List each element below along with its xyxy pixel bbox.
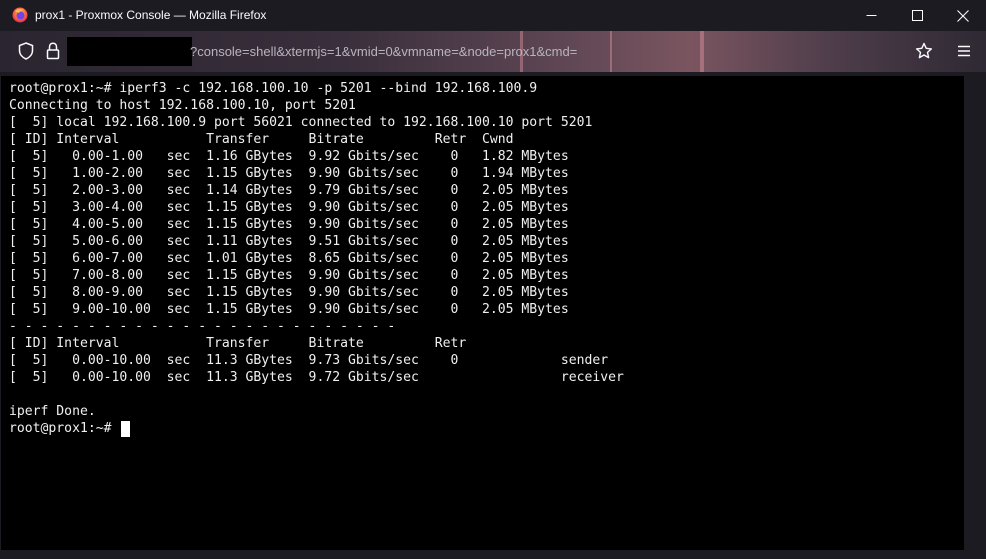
terminal-line: [ 5] local 192.168.100.9 port 56021 conn… — [9, 115, 593, 130]
terminal-separator: - - - - - - - - - - - - - - - - - - - - … — [9, 319, 396, 334]
firefox-logo-icon — [12, 7, 28, 23]
url-toolbar: ?console=shell&xtermjs=1&vmid=0&vmname=&… — [0, 31, 986, 72]
maximize-icon — [911, 10, 923, 21]
terminal-console[interactable]: root@prox1:~# iperf3 -c 192.168.100.10 -… — [1, 76, 964, 550]
minimize-button[interactable] — [848, 0, 894, 31]
terminal-line: [ 5] 7.00-8.00 sec 1.15 GBytes 9.90 Gbit… — [9, 268, 569, 283]
terminal-line: [ ID] Interval Transfer Bitrate Retr Cwn… — [9, 132, 514, 147]
close-icon — [957, 9, 969, 22]
close-button[interactable] — [940, 0, 986, 31]
terminal-line: [ 5] 0.00-10.00 sec 11.3 GBytes 9.72 Gbi… — [9, 370, 624, 385]
terminal-prompt-line: root@prox1:~# — [9, 420, 624, 437]
page-scrollbar-track[interactable] — [966, 76, 980, 550]
terminal-line: iperf Done. — [9, 404, 96, 419]
terminal-cursor — [121, 420, 131, 437]
hamburger-menu-icon[interactable] — [956, 43, 972, 59]
bookmark-star-icon[interactable] — [915, 42, 933, 60]
lock-icon[interactable] — [46, 42, 60, 60]
window-title: prox1 - Proxmox Console — Mozilla Firefo… — [35, 8, 267, 22]
page-content: root@prox1:~# iperf3 -c 192.168.100.10 -… — [0, 72, 986, 559]
terminal-line: [ ID] Interval Transfer Bitrate Retr — [9, 336, 467, 351]
terminal-prompt: root@prox1:~# — [9, 421, 120, 436]
terminal-line: root@prox1:~# iperf3 -c 192.168.100.10 -… — [9, 81, 538, 96]
minimize-icon — [866, 15, 876, 16]
terminal-line: [ 5] 9.00-10.00 sec 1.15 GBytes 9.90 Gbi… — [9, 302, 569, 317]
tracking-protection-shield-icon[interactable] — [18, 42, 34, 60]
theme-decoration — [700, 31, 704, 72]
terminal-line: [ 5] 8.00-9.00 sec 1.15 GBytes 9.90 Gbit… — [9, 285, 569, 300]
terminal-output: root@prox1:~# iperf3 -c 192.168.100.10 -… — [9, 80, 624, 437]
terminal-line: [ 5] 5.00-6.00 sec 1.11 GBytes 9.51 Gbit… — [9, 234, 569, 249]
terminal-line: [ 5] 0.00-10.00 sec 11.3 GBytes 9.73 Gbi… — [9, 353, 609, 368]
terminal-line: [ 5] 0.00-1.00 sec 1.16 GBytes 9.92 Gbit… — [9, 149, 569, 164]
url-field[interactable]: ?console=shell&xtermjs=1&vmid=0&vmname=&… — [190, 44, 577, 59]
firefox-window: prox1 - Proxmox Console — Mozilla Firefo… — [0, 0, 986, 559]
maximize-button[interactable] — [894, 0, 940, 31]
terminal-line: [ 5] 3.00-4.00 sec 1.15 GBytes 9.90 Gbit… — [9, 200, 569, 215]
terminal-line: [ 5] 1.00-2.00 sec 1.15 GBytes 9.90 Gbit… — [9, 166, 569, 181]
terminal-line: [ 5] 6.00-7.00 sec 1.01 GBytes 8.65 Gbit… — [9, 251, 569, 266]
terminal-line: [ 5] 4.00-5.00 sec 1.15 GBytes 9.90 Gbit… — [9, 217, 569, 232]
url-redacted-host — [67, 37, 192, 66]
title-bar: prox1 - Proxmox Console — Mozilla Firefo… — [0, 0, 986, 31]
theme-decoration — [610, 31, 612, 72]
terminal-line: Connecting to host 192.168.100.10, port … — [9, 98, 356, 113]
terminal-line: [ 5] 2.00-3.00 sec 1.14 GBytes 9.79 Gbit… — [9, 183, 569, 198]
